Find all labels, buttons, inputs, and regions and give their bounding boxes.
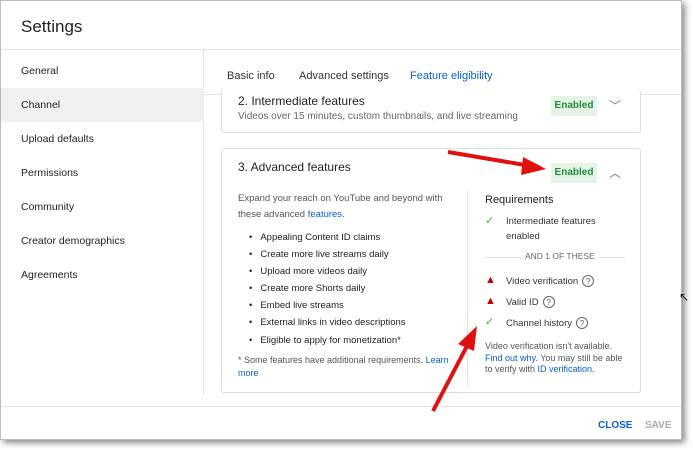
arrow-to-channel-history [431,326,477,412]
annotation-arrows [431,150,546,412]
cursor-icon: ↖ [679,290,690,304]
arrow-to-enabled-badge [447,150,546,175]
settings-dialog: Settings General Channel Upload defaults… [0,0,682,440]
